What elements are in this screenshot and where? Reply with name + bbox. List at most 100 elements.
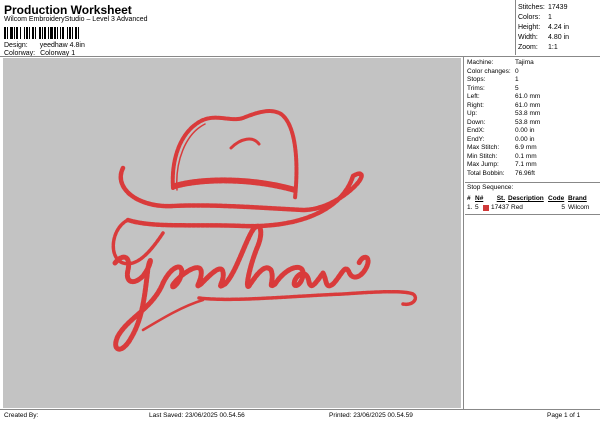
stat-width: Width: 4.80 in: [518, 33, 598, 43]
stat-stitches: Stitches: 17439: [518, 3, 598, 13]
stat-height: Height: 4.24 in: [518, 23, 598, 33]
stat-label: Colors:: [518, 14, 541, 21]
info-value: 61.0 mm: [515, 101, 541, 109]
yeehaw-lettering: [112, 223, 418, 352]
info-label: Total Bobbin:: [467, 169, 505, 177]
design-value: yeedhaw 4.8in: [39, 42, 85, 49]
hat-graphic: [111, 109, 364, 266]
info-value: 6.9 mm: [515, 144, 537, 151]
info-value: 5: [515, 84, 519, 92]
header-divider: [515, 0, 516, 55]
barcode-bar: [60, 27, 61, 39]
barcode-bar: [20, 27, 21, 39]
info-label: Stops:: [467, 76, 486, 83]
col-code: Code: [548, 195, 565, 202]
info-row: Color changes: 0: [467, 68, 597, 77]
stat-value: 1:1: [548, 44, 558, 51]
barcode-bar: [24, 27, 25, 39]
software-subtitle: Wilcom EmbroideryStudio – Level 3 Advanc…: [4, 16, 148, 23]
stop-sequence-divider: [465, 182, 600, 183]
row-code: 5: [561, 204, 565, 211]
info-row: Max Stitch: 6.9 mm: [467, 144, 597, 153]
barcode-bar: [7, 27, 8, 39]
info-label: Min Stitch:: [467, 152, 498, 160]
info-label: Max Stitch:: [467, 144, 500, 151]
info-label: Up:: [467, 110, 478, 117]
stop-sequence-header: # N# St. Description Code Brand: [467, 195, 599, 202]
created-by: Created By:: [4, 412, 39, 419]
barcode-bar: [54, 27, 56, 39]
info-row: Total Bobbin: 76.96ft: [467, 170, 597, 179]
barcode-bar: [50, 27, 53, 39]
stop-sequence-title: Stop Sequence:: [467, 184, 514, 191]
info-row: Up: 53.8 mm: [467, 110, 597, 119]
barcode-bar: [75, 27, 77, 39]
barcode-bar: [29, 27, 30, 39]
info-value: Tajima: [515, 59, 534, 66]
info-row: Left: 61.0 mm: [467, 93, 597, 102]
info-value: 0: [515, 67, 519, 75]
info-value: 76.96ft: [515, 169, 535, 177]
barcode-bar: [78, 27, 79, 39]
footer-divider: [0, 409, 600, 410]
barcode-bar: [4, 27, 6, 39]
stats-panel: Stitches: 17439 Colors: 1 Height: 4.24 in W…: [518, 3, 598, 53]
stat-zoom: Zoom: 1:1: [518, 43, 598, 53]
info-label: Max Jump:: [467, 161, 499, 168]
barcode-bar: [44, 27, 46, 39]
col-description: Description: [508, 195, 544, 202]
barcode-bar: [42, 27, 43, 39]
header-separator: [0, 56, 600, 57]
barcode-bar: [32, 27, 34, 39]
info-label: EndX:: [467, 127, 485, 134]
stat-value: 17439: [548, 4, 568, 11]
col-brand: Brand: [568, 195, 587, 202]
info-value: 0.1 mm: [515, 152, 537, 160]
color-swatch: [483, 204, 489, 211]
col-st: St.: [496, 195, 505, 202]
barcode-bar: [35, 27, 36, 39]
col-num: #: [467, 195, 471, 202]
info-value: 53.8 mm: [515, 110, 541, 117]
design-row: Design: yeedhaw 4.8in: [4, 42, 85, 49]
design-label: Design:: [4, 42, 28, 49]
barcode: [4, 27, 79, 39]
info-label: Color changes:: [467, 67, 511, 75]
info-row: EndY: 0.00 in: [467, 136, 597, 145]
stat-colors: Colors: 1: [518, 13, 598, 23]
barcode-bar: [10, 27, 13, 39]
barcode-bar: [62, 27, 64, 39]
printed-date: Printed: 23/06/2025 00.54.59: [329, 412, 413, 419]
barcode-bar: [26, 27, 28, 39]
barcode-bar: [57, 27, 58, 39]
info-row: Right: 61.0 mm: [467, 102, 597, 111]
barcode-bar: [48, 27, 49, 39]
page-title: Production Worksheet: [4, 3, 132, 17]
info-label: Left:: [467, 93, 480, 100]
info-value: 1: [515, 76, 519, 83]
footer: Created By: Last Saved: 23/06/2025 00.54…: [0, 412, 600, 422]
barcode-bar: [39, 27, 41, 39]
row-n: 5: [475, 204, 479, 211]
stat-label: Stitches:: [518, 4, 545, 11]
stat-label: Zoom:: [518, 44, 538, 51]
embroidery-design: [111, 109, 418, 352]
page-number: Page 1 of 1: [547, 412, 581, 419]
row-description: Red: [511, 204, 523, 211]
info-row: Stops: 1: [467, 76, 597, 85]
info-row: Machine: Tajima: [467, 59, 597, 68]
info-row: Min Stitch: 0.1 mm: [467, 153, 597, 162]
barcode-bar: [14, 27, 15, 39]
stat-value: 4.80 in: [548, 34, 570, 41]
stat-value: 1: [548, 14, 552, 21]
panel-divider: [463, 57, 464, 409]
stat-value: 4.24 in: [548, 24, 570, 31]
design-preview: [3, 58, 461, 408]
info-value: 0.00 in: [515, 127, 535, 134]
stat-label: Height:: [518, 24, 541, 31]
row-brand: Wilcom: [568, 204, 590, 211]
info-label: Right:: [467, 101, 484, 109]
info-value: 7.1 mm: [515, 161, 537, 168]
info-row: Max Jump: 7.1 mm: [467, 161, 597, 170]
barcode-bar: [16, 27, 18, 39]
